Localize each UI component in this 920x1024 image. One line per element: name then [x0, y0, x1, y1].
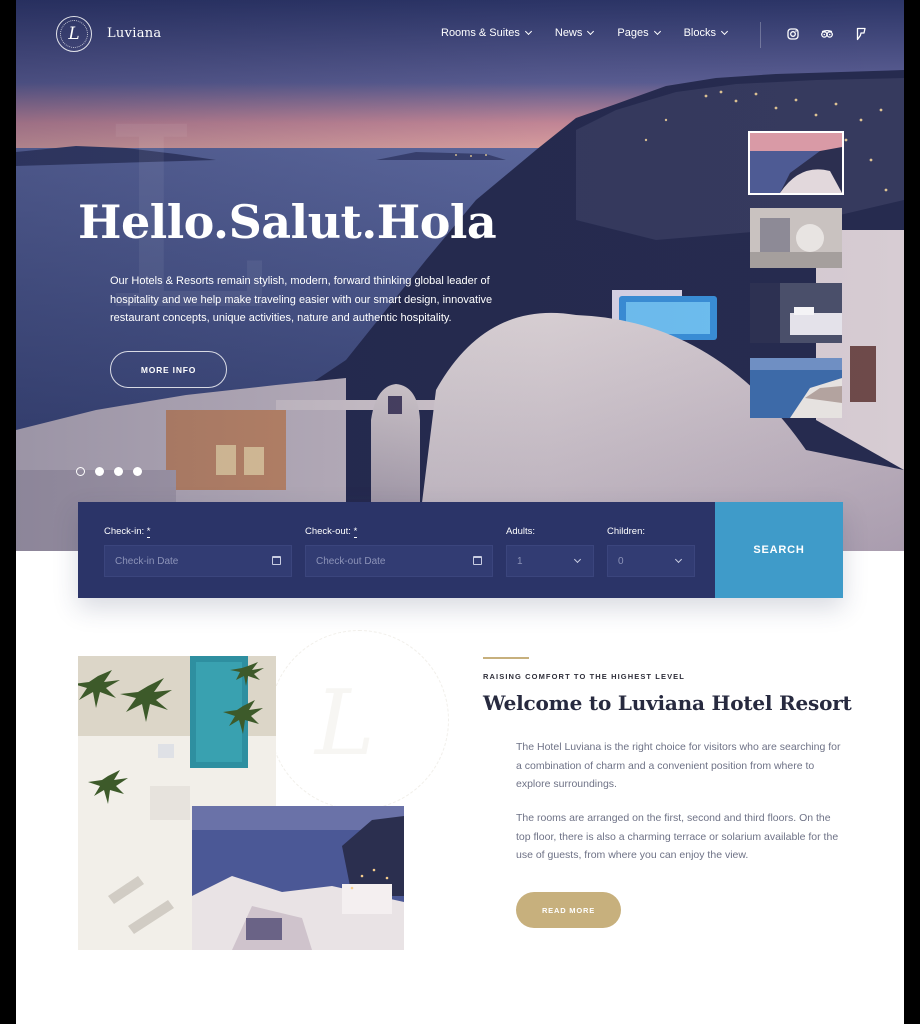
slider-dot-2[interactable]: [95, 467, 104, 476]
children-label: Children:: [607, 526, 646, 537]
booking-form: Check-in: * Check-in Date Check-out: * C…: [78, 502, 843, 598]
checkout-date-input[interactable]: Check-out Date: [305, 545, 493, 577]
thumbnail-3[interactable]: [750, 283, 842, 343]
chevron-down-icon: [653, 27, 661, 36]
page: L L Luviana Rooms & Suites News Pages Bl…: [16, 0, 904, 1024]
checkin-date-input[interactable]: Check-in Date: [104, 545, 292, 577]
chevron-down-icon: [720, 27, 729, 36]
social-links: [786, 27, 868, 41]
slider-pagination: [76, 467, 142, 476]
slider-dot-1[interactable]: [76, 467, 85, 476]
nav-item-label: News: [554, 27, 583, 39]
thumbnail-4[interactable]: [750, 358, 842, 418]
hero-intro-text: Our Hotels & Resorts remain stylish, mod…: [110, 275, 493, 324]
required-mark: *: [353, 526, 358, 538]
section-eyebrow: RAISING COMFORT TO THE HIGHEST LEVEL: [483, 672, 685, 681]
required-mark: *: [146, 526, 151, 538]
welcome-paragraph-1: The Hotel Luviana is the right choice fo…: [516, 741, 841, 790]
slider-dot-3[interactable]: [114, 467, 123, 476]
hero-slider: L L Luviana Rooms & Suites News Pages Bl…: [16, 0, 904, 551]
nav-item-pages[interactable]: Pages: [617, 27, 661, 39]
read-more-button[interactable]: READ MORE: [516, 892, 621, 928]
chevron-down-icon: [524, 27, 532, 36]
children-select[interactable]: 0: [607, 545, 695, 577]
chevron-down-icon: [573, 555, 582, 564]
terrace-sea-photo: [192, 806, 404, 950]
thumbnail-1[interactable]: [748, 131, 844, 195]
calendar-icon[interactable]: [473, 556, 482, 565]
slider-thumbnails: [748, 131, 844, 433]
adults-select[interactable]: 1: [506, 545, 594, 577]
welcome-title: Welcome to Luviana Hotel Resort: [483, 691, 852, 715]
tripadvisor-icon[interactable]: [820, 27, 834, 41]
checkout-label: Check-out: *: [305, 526, 358, 538]
accent-line: [483, 657, 529, 659]
foursquare-icon[interactable]: [854, 27, 868, 41]
nav-item-blocks[interactable]: Blocks: [683, 27, 729, 39]
brand-name[interactable]: Luviana: [107, 26, 161, 41]
logo-letter: L: [68, 24, 80, 44]
more-info-button[interactable]: MORE INFO: [110, 351, 227, 388]
calendar-icon[interactable]: [272, 556, 281, 565]
search-button[interactable]: SEARCH: [715, 502, 843, 598]
thumbnail-2[interactable]: [750, 208, 842, 268]
site-header: L Luviana Rooms & Suites News Pages Bloc…: [16, 0, 904, 70]
nav-item-label: Pages: [617, 27, 649, 39]
nav-item-news[interactable]: News: [554, 27, 595, 39]
logo-icon[interactable]: L: [56, 16, 92, 52]
slider-dot-4[interactable]: [133, 467, 142, 476]
nav-item-label: Rooms & Suites: [441, 27, 520, 39]
nav-item-label: Blocks: [683, 27, 716, 39]
adults-label: Adults:: [506, 526, 536, 537]
chevron-down-icon: [674, 555, 683, 564]
chevron-down-icon: [587, 27, 595, 36]
checkin-label: Check-in: *: [104, 526, 151, 538]
nav-divider: [760, 22, 761, 48]
welcome-photo-collage: [78, 656, 404, 950]
main-nav: Rooms & Suites News Pages Blocks: [441, 27, 751, 39]
welcome-paragraph-2: The rooms are arranged on the first, sec…: [516, 812, 839, 861]
nav-item-rooms-suites[interactable]: Rooms & Suites: [441, 27, 532, 39]
instagram-icon[interactable]: [786, 27, 800, 41]
hero-headline: Hello.Salut.Hola: [78, 195, 497, 249]
